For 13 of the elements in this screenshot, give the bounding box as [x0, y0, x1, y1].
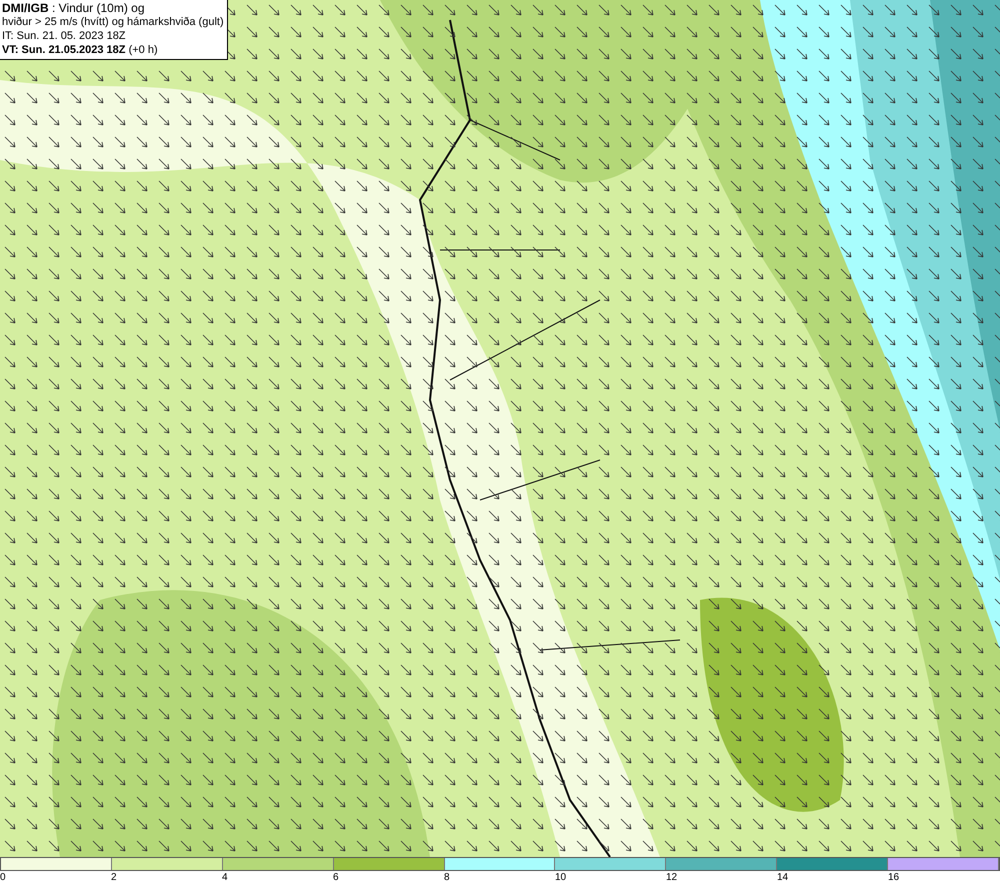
legend-tick-label: 4 [222, 872, 228, 883]
legend-tick-label: 2 [111, 872, 117, 883]
legend-tick-label: 0 [0, 872, 6, 883]
info-text: hviður > 25 m/s (hvítt) og hámarkshviða (gult) [2, 15, 224, 29]
legend-tick-label: 14 [777, 872, 788, 883]
legend-tick-label: 6 [333, 872, 339, 883]
info-text: DMI/IGB : Vindur (10m) og [2, 1, 146, 15]
info-text: VT: Sun. 21.05.2023 18Z (+0 h) [2, 43, 159, 57]
info-text: IT: Sun. 21. 05. 2023 18Z [2, 29, 127, 43]
legend-tick-label: 8 [444, 872, 450, 883]
legend-tick-label: 12 [666, 872, 678, 883]
legend-tick-label: 10 [555, 872, 566, 883]
legend-tick-label: 16 [888, 872, 900, 883]
